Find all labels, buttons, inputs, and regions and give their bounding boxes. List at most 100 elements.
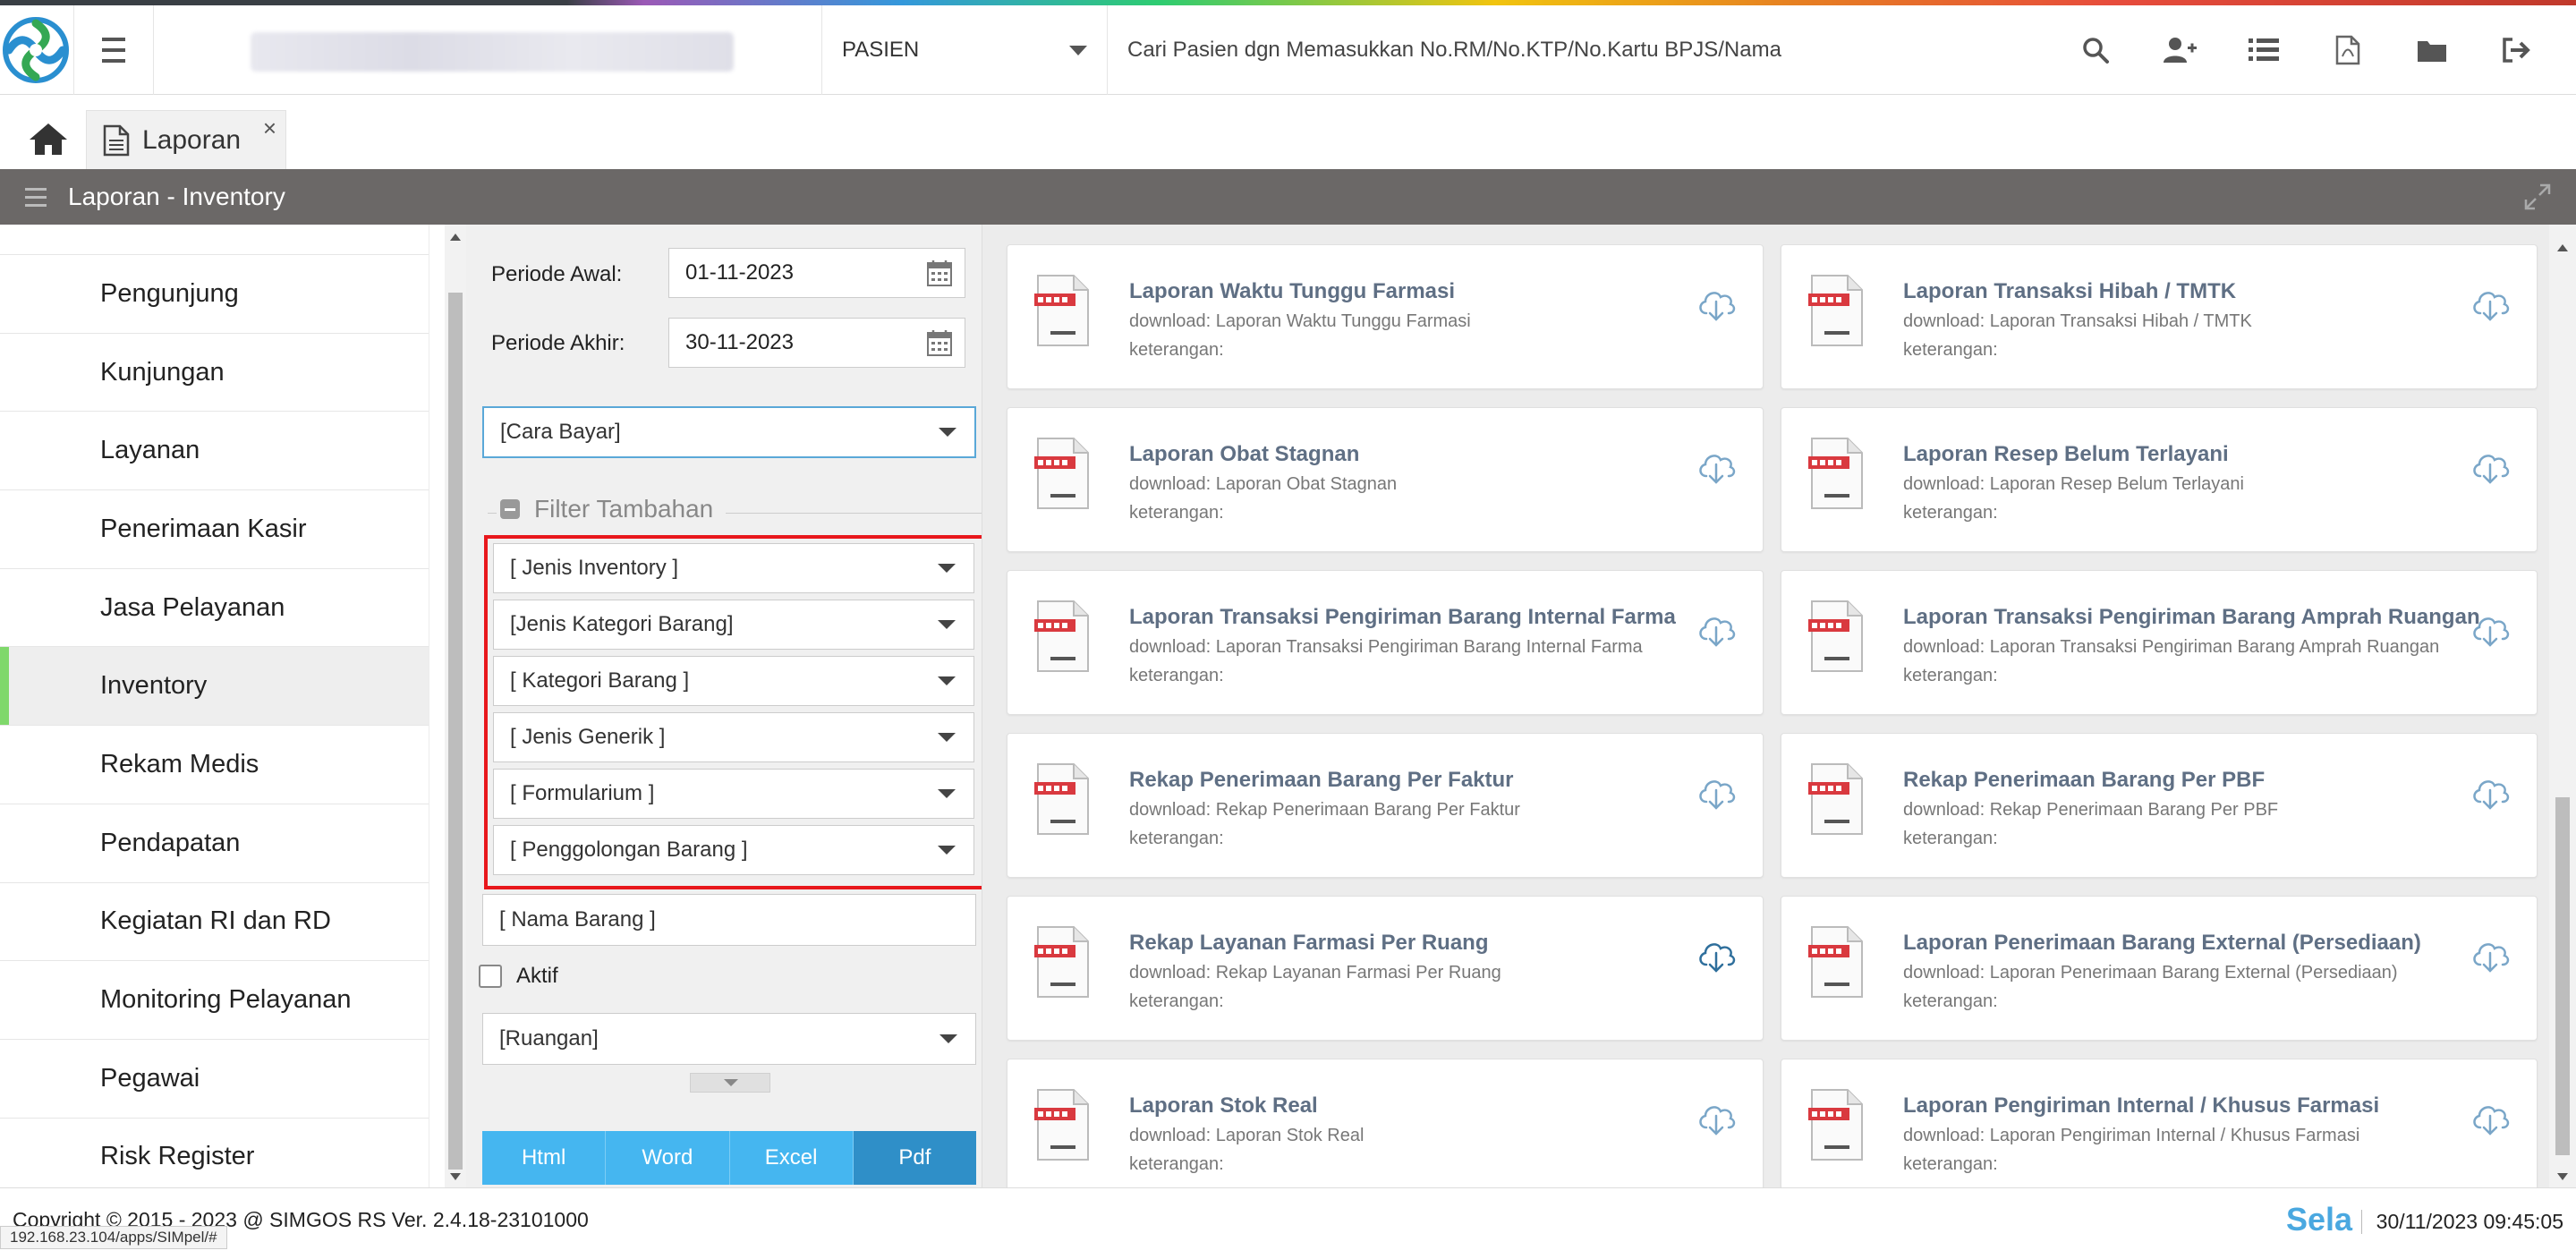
logo-icon <box>3 17 69 83</box>
jenis-inventory-value: [ Jenis Inventory ] <box>510 556 679 580</box>
jenis-generik-value: [ Jenis Generik ] <box>510 725 666 749</box>
menu-toggle-icon[interactable] <box>25 185 47 209</box>
jenis-generik-select[interactable]: [ Jenis Generik ] <box>493 712 974 762</box>
export-pdf-button[interactable]: Pdf <box>853 1131 976 1185</box>
export-html-button[interactable]: Html <box>482 1131 607 1185</box>
aktif-checkbox[interactable] <box>479 965 502 988</box>
cloud-download-icon[interactable] <box>2470 449 2510 489</box>
sidebar-item-inventory[interactable]: Inventory <box>0 647 429 727</box>
report-card[interactable]: Laporan Stok Real download: Laporan Stok … <box>1007 1059 1764 1187</box>
report-card[interactable]: Laporan Transaksi Pengiriman Barang Inte… <box>1007 570 1764 715</box>
main-menu-button[interactable] <box>73 5 154 95</box>
cloud-download-icon[interactable] <box>1696 775 1736 815</box>
report-download-text: download: Rekap Penerimaan Barang Per Fa… <box>1129 800 1520 820</box>
sidebar-scrollbar[interactable] <box>445 225 466 1187</box>
sidebar-item-hidden <box>0 225 429 255</box>
sidebar-item-monitoring-pelayanan[interactable]: Monitoring Pelayanan <box>0 961 429 1040</box>
cloud-download-icon[interactable] <box>2470 612 2510 652</box>
cloud-download-icon[interactable] <box>2470 938 2510 978</box>
cloud-download-icon[interactable] <box>1696 1101 1736 1141</box>
scroll-up-arrow-icon[interactable] <box>450 234 461 241</box>
pdf-report-icon <box>1808 925 1864 1003</box>
report-card[interactable]: Laporan Resep Belum Terlayani download: L… <box>1781 407 2538 552</box>
report-card[interactable]: Rekap Penerimaan Barang Per PBF download:… <box>1781 733 2538 878</box>
jenis-inventory-select[interactable]: [ Jenis Inventory ] <box>493 543 974 593</box>
tab-laporan[interactable]: Laporan × <box>86 110 286 169</box>
sidebar-item-kegiatan-ri-rd[interactable]: Kegiatan RI dan RD <box>0 883 429 962</box>
cloud-download-icon[interactable] <box>1696 612 1736 652</box>
sidebar-item-jasa-pelayanan[interactable]: Jasa Pelayanan <box>0 569 429 648</box>
cloud-download-icon[interactable] <box>2470 1101 2510 1141</box>
show-more-toggle[interactable] <box>690 1073 770 1093</box>
pdf-button[interactable] <box>2306 5 2390 95</box>
report-card[interactable]: Laporan Pengiriman Internal / Khusus Far… <box>1781 1059 2538 1187</box>
scroll-up-arrow-icon[interactable] <box>2557 244 2568 251</box>
cloud-download-icon[interactable] <box>1696 286 1736 327</box>
sidebar-item-pendapatan[interactable]: Pendapatan <box>0 804 429 883</box>
report-title: Rekap Layanan Farmasi Per Ruang <box>1129 931 1489 955</box>
patient-search-input[interactable] <box>1109 5 2094 95</box>
kategori-barang-select[interactable]: [ Kategori Barang ] <box>493 656 974 706</box>
scrollbar-thumb[interactable] <box>2555 797 2570 1155</box>
add-patient-button[interactable] <box>2138 5 2222 95</box>
close-tab-button[interactable]: × <box>263 115 276 142</box>
cloud-download-icon[interactable] <box>1696 938 1736 978</box>
periode-akhir-input[interactable]: 30-11-2023 <box>668 318 965 368</box>
penggolongan-barang-select[interactable]: [ Penggolongan Barang ] <box>493 825 974 875</box>
cloud-download-icon[interactable] <box>2470 286 2510 327</box>
scroll-down-arrow-icon[interactable] <box>450 1173 461 1180</box>
footer: Copyright © 2015 - 2023 @ SIMGOS RS Ver.… <box>0 1187 2576 1259</box>
app-logo[interactable] <box>0 14 72 86</box>
patient-category-select[interactable]: PASIEN <box>821 5 1108 95</box>
sidebar-item-penerimaan-kasir[interactable]: Penerimaan Kasir <box>0 490 429 569</box>
report-download-text: download: Laporan Transaksi Pengiriman B… <box>1903 637 2440 657</box>
formularium-select[interactable]: [ Formularium ] <box>493 769 974 819</box>
report-card[interactable]: Rekap Penerimaan Barang Per Faktur downlo… <box>1007 733 1764 878</box>
list-button[interactable] <box>2222 5 2306 95</box>
cara-bayar-select[interactable]: [Cara Bayar] <box>482 406 976 458</box>
cloud-download-icon[interactable] <box>2470 775 2510 815</box>
search-icon <box>2083 38 2109 64</box>
chevron-down-icon <box>938 846 956 855</box>
filter-tambahan-toggle[interactable]: Filter Tambahan <box>497 495 727 523</box>
report-list-scrollbar[interactable] <box>2549 225 2576 1187</box>
jenis-kategori-barang-select[interactable]: [Jenis Kategori Barang] <box>493 600 974 650</box>
nama-barang-input[interactable]: [ Nama Barang ] <box>482 894 976 946</box>
sidebar-item-pengunjung[interactable]: Pengunjung <box>0 255 429 334</box>
search-button[interactable] <box>2053 5 2138 95</box>
logout-button[interactable] <box>2474 5 2558 95</box>
sidebar-item-label: Kunjungan <box>100 357 225 387</box>
scrollbar-thumb[interactable] <box>448 293 463 1170</box>
cloud-download-icon[interactable] <box>1696 449 1736 489</box>
report-card[interactable]: Rekap Layanan Farmasi Per Ruang download:… <box>1007 896 1764 1041</box>
sidebar-item-kunjungan[interactable]: Kunjungan <box>0 334 429 413</box>
sidebar-item-pegawai[interactable]: Pegawai <box>0 1040 429 1119</box>
sidebar-item-risk-register[interactable]: Risk Register <box>0 1119 429 1187</box>
report-note: keterangan: <box>1903 503 1998 523</box>
jenis-kategori-barang-value: [Jenis Kategori Barang] <box>510 612 734 636</box>
sidebar-item-layanan[interactable]: Layanan <box>0 412 429 491</box>
folder-button[interactable] <box>2390 5 2474 95</box>
report-download-text: download: Laporan Pengiriman Internal / … <box>1903 1126 2360 1145</box>
scroll-down-arrow-icon[interactable] <box>2557 1173 2568 1180</box>
report-card[interactable]: Laporan Transaksi Pengiriman Barang Ampr… <box>1781 570 2538 715</box>
pdf-report-icon <box>1034 1088 1090 1166</box>
home-icon <box>30 123 67 155</box>
pdf-report-icon <box>1808 437 1864 515</box>
report-card[interactable]: Laporan Penerimaan Barang External (Pers… <box>1781 896 2538 1041</box>
periode-awal-input[interactable]: 01-11-2023 <box>668 248 965 298</box>
home-tab[interactable] <box>20 114 77 164</box>
sidebar-item-rekam-medis[interactable]: Rekam Medis <box>0 726 429 804</box>
export-excel-button[interactable]: Excel <box>729 1131 854 1185</box>
report-title: Laporan Waktu Tunggu Farmasi <box>1129 279 1456 303</box>
calendar-icon[interactable] <box>927 329 952 356</box>
report-card[interactable]: Laporan Waktu Tunggu Farmasi download: La… <box>1007 244 1764 389</box>
calendar-icon[interactable] <box>927 259 952 286</box>
user-plus-icon <box>2164 38 2197 63</box>
report-card[interactable]: Laporan Transaksi Hibah / TMTK download: … <box>1781 244 2538 389</box>
report-card[interactable]: Laporan Obat Stagnan download: Laporan Ob… <box>1007 407 1764 552</box>
export-word-button[interactable]: Word <box>606 1131 730 1185</box>
expand-icon[interactable] <box>2524 183 2551 210</box>
report-title: Laporan Penerimaan Barang External (Pers… <box>1903 931 2421 955</box>
ruangan-select[interactable]: [Ruangan] <box>482 1013 976 1065</box>
